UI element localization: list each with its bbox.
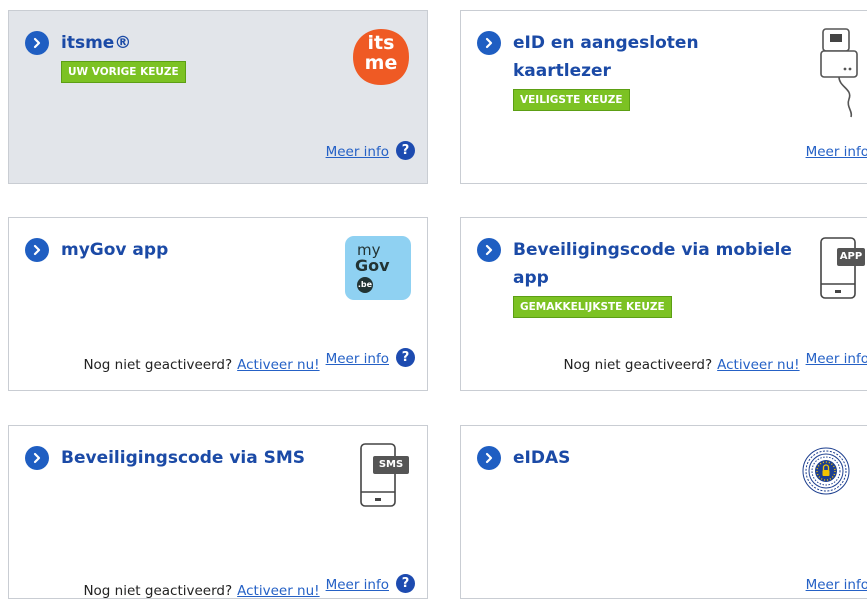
activate-now-link[interactable]: Activeer nu!	[237, 357, 319, 373]
login-option-eid[interactable]: eID en aangesloten kaartlezer VEILIGSTE …	[460, 10, 867, 184]
meer-info-link[interactable]: Meer info	[806, 351, 867, 367]
chevron-right-icon	[477, 31, 501, 55]
eidas-seal-icon	[801, 446, 851, 496]
help-icon[interactable]: ?	[396, 348, 415, 367]
meer-info-link[interactable]: Meer info	[806, 144, 867, 160]
phone-app-icon: APP	[819, 236, 867, 302]
chevron-right-icon	[477, 446, 501, 470]
option-title-line2: kaartlezer	[513, 61, 611, 81]
chevron-right-icon	[25, 238, 49, 262]
login-option-mobile-app-code[interactable]: Beveiligingscode via mobiele app GEMAKKE…	[460, 217, 867, 391]
option-title: itsme®	[61, 33, 132, 53]
login-option-mygov[interactable]: myGov app my Gov .be Nog niet geactiveer…	[8, 217, 428, 391]
help-icon[interactable]: ?	[396, 141, 415, 160]
login-option-eidas[interactable]: eIDAS Meer info ?	[460, 425, 867, 599]
phone-sms-icon: SMS	[359, 442, 411, 512]
meer-info-link[interactable]: Meer info	[326, 351, 389, 367]
option-title: eIDAS	[513, 448, 571, 468]
safest-choice-badge: VEILIGSTE KEUZE	[513, 89, 630, 111]
activate-now-link[interactable]: Activeer nu!	[237, 583, 319, 599]
option-title-line2: app	[513, 268, 549, 288]
activate-now-link[interactable]: Activeer nu!	[717, 357, 799, 373]
option-title-line1: eID en aangesloten	[513, 33, 699, 53]
meer-info-link[interactable]: Meer info	[326, 144, 389, 160]
card-reader-icon	[819, 27, 867, 119]
itsme-logo: its me	[351, 27, 411, 87]
chevron-right-icon	[25, 31, 49, 55]
help-icon[interactable]: ?	[396, 574, 415, 593]
meer-info-link[interactable]: Meer info	[326, 577, 389, 593]
previous-choice-badge: UW VORIGE KEUZE	[61, 61, 186, 83]
chevron-right-icon	[477, 238, 501, 262]
easiest-choice-badge: GEMAKKELIJKSTE KEUZE	[513, 296, 672, 318]
option-title: Beveiligingscode via SMS	[61, 448, 306, 468]
not-activated-text: Nog niet geactiveerd?	[563, 356, 713, 373]
not-activated-text: Nog niet geactiveerd?	[83, 356, 233, 373]
meer-info-link[interactable]: Meer info	[806, 577, 867, 593]
login-option-sms-code[interactable]: Beveiligingscode via SMS SMS Nog niet ge…	[8, 425, 428, 599]
login-option-itsme[interactable]: itsme® UW VORIGE KEUZE its me Meer info …	[8, 10, 428, 184]
chevron-right-icon	[25, 446, 49, 470]
not-activated-text: Nog niet geactiveerd?	[83, 582, 233, 599]
option-title: myGov app	[61, 240, 169, 260]
mygov-logo: my Gov .be	[345, 236, 411, 300]
option-title-line1: Beveiligingscode via mobiele	[513, 240, 792, 260]
